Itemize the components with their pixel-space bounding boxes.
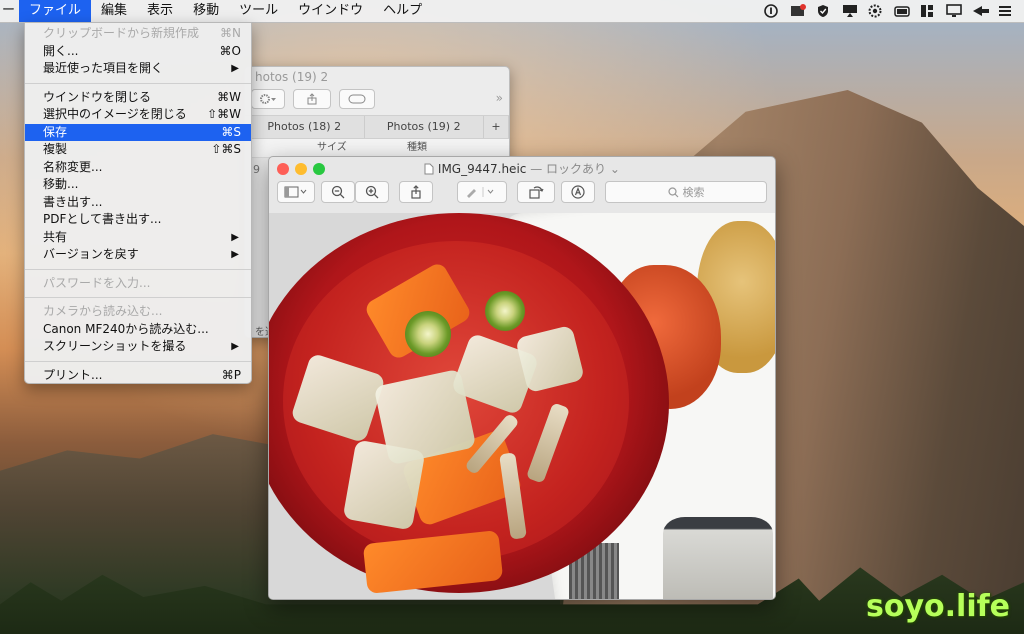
search-icon <box>667 186 678 197</box>
menu-window[interactable]: ウインドウ <box>288 0 373 22</box>
menu-separator <box>25 82 251 84</box>
menu-item-print[interactable]: プリント... ⌘P <box>25 367 251 385</box>
menu-item-open-recent[interactable]: 最近使った項目を開く ▶ <box>25 60 251 78</box>
markup-button[interactable] <box>457 181 507 203</box>
menu-item-rename[interactable]: 名称変更... <box>25 159 251 177</box>
photo-okra <box>405 311 451 357</box>
preview-lock-status[interactable]: — ロックあり <box>530 162 606 176</box>
tab-photos-19[interactable]: Photos (19) 2 <box>365 116 484 138</box>
column-size[interactable]: サイズ <box>317 139 407 157</box>
preview-image[interactable] <box>269 213 775 599</box>
submenu-arrow-icon: ▶ <box>231 341 239 352</box>
watermark-text: soyo.life <box>866 589 1010 624</box>
menu-bar: ー ファイル 編集 表示 移動 ツール ウインドウ ヘルプ <box>0 0 1024 23</box>
bg-window-tabs: Photos (18) 2 Photos (19) 2 + <box>245 115 509 139</box>
menu-item-import-camera[interactable]: カメラから読み込む... <box>25 303 251 321</box>
photo-okra <box>485 291 525 331</box>
document-icon <box>424 163 434 175</box>
shield-icon[interactable] <box>816 4 830 18</box>
airplay-icon[interactable] <box>842 4 857 18</box>
sidebar-icon <box>284 186 307 198</box>
photo-grilled-fish <box>663 517 773 599</box>
preview-filename: IMG_9447.heic <box>437 162 527 176</box>
menu-tools[interactable]: ツール <box>229 0 288 22</box>
search-placeholder: 検索 <box>682 186 705 199</box>
storage-icon[interactable] <box>894 4 910 18</box>
file-menu: クリップボードから新規作成 ⌘N 開く... ⌘O 最近使った項目を開く ▶ ウインド… <box>24 22 252 384</box>
tag-button[interactable] <box>339 89 375 109</box>
submenu-arrow-icon: ▶ <box>231 231 239 243</box>
bg-window-title: hotos (19) 2 <box>255 70 329 84</box>
bg-window-toolbar <box>251 89 375 109</box>
zoom-out-icon <box>331 185 345 199</box>
zoom-in-button[interactable] <box>355 181 389 203</box>
column-kind[interactable]: 種類 <box>407 139 427 157</box>
zoom-in-icon <box>365 185 379 199</box>
preview-title: IMG_9447.heic — ロックあり ⌄ <box>269 160 775 177</box>
menu-item-close-selected-images[interactable]: 選択中のイメージを閉じる ⇧⌘W <box>25 106 251 124</box>
menu-file[interactable]: ファイル <box>19 0 92 22</box>
menu-item-export[interactable]: 書き出す... <box>25 194 251 212</box>
menu-view[interactable]: 表示 <box>137 0 183 22</box>
menu-separator <box>25 297 251 298</box>
status-icons <box>764 0 1012 22</box>
bg-share-button[interactable] <box>293 89 331 109</box>
menu-go[interactable]: 移動 <box>183 0 229 22</box>
annotate-button[interactable] <box>561 181 595 203</box>
window-icon[interactable] <box>920 4 934 18</box>
forward-icon[interactable] <box>972 4 989 18</box>
share-icon <box>411 185 421 199</box>
photo-daikon <box>342 439 426 531</box>
menu-item-save[interactable]: 保存 ⌘S <box>25 123 251 141</box>
sidebar-button[interactable] <box>277 181 315 203</box>
menu-item-import-canon[interactable]: Canon MF240から読み込む... <box>25 321 251 339</box>
tag-icon <box>348 94 366 104</box>
preview-window[interactable]: IMG_9447.heic — ロックあり ⌄ 検索 <box>268 156 776 600</box>
menu-item-revert[interactable]: バージョンを戻す ▶ <box>25 246 251 264</box>
gear-icon <box>260 94 276 104</box>
overflow-chevron[interactable]: » <box>496 91 503 105</box>
display-icon[interactable] <box>946 4 962 18</box>
preview-titlebar[interactable]: IMG_9447.heic — ロックあり ⌄ <box>269 157 775 181</box>
menu-item-new-from-clipboard[interactable]: クリップボードから新規作成 ⌘N <box>25 25 251 43</box>
menu-edit[interactable]: 編集 <box>91 0 137 22</box>
markup-pen-icon <box>467 187 494 198</box>
menu-item-move[interactable]: 移動... <box>25 176 251 194</box>
annotate-icon <box>571 185 585 199</box>
info-icon[interactable] <box>764 4 778 18</box>
menu-item-close-window[interactable]: ウインドウを閉じる ⌘W <box>25 89 251 107</box>
photo-sync-icon[interactable] <box>790 4 806 18</box>
share-button[interactable] <box>399 181 433 203</box>
submenu-arrow-icon: ▶ <box>231 63 239 74</box>
menu-separator <box>25 268 251 270</box>
menu-separator <box>25 360 251 362</box>
share-icon <box>307 93 317 105</box>
menu-item-take-screenshot[interactable]: スクリーンショットを撮る ▶ <box>25 338 251 356</box>
gear-burst-icon[interactable] <box>868 4 882 18</box>
tab-photos-18[interactable]: Photos (18) 2 <box>245 116 365 138</box>
menu-item-enter-password[interactable]: パスワードを入力... <box>25 275 251 293</box>
menu-item-open[interactable]: 開く... ⌘O <box>25 43 251 61</box>
menu-item-export-pdf[interactable]: PDFとして書き出す... <box>25 211 251 229</box>
list-icon[interactable] <box>998 4 1012 18</box>
apple-menu-fragment[interactable]: ー <box>0 0 19 22</box>
zoom-out-button[interactable] <box>321 181 355 203</box>
lock-chevron-icon[interactable]: ⌄ <box>610 162 620 176</box>
search-field[interactable]: 検索 <box>605 181 767 203</box>
menu-item-share[interactable]: 共有 ▶ <box>25 229 251 247</box>
bg-row-fragment: 9 <box>253 163 260 176</box>
preview-toolbar: 検索 <box>269 181 775 211</box>
submenu-arrow-icon: ▶ <box>231 249 239 260</box>
menu-help[interactable]: ヘルプ <box>373 0 432 22</box>
rotate-icon <box>529 186 544 199</box>
add-tab-button[interactable]: + <box>484 116 509 138</box>
rotate-button[interactable] <box>517 181 555 203</box>
gear-button[interactable] <box>251 89 285 109</box>
menu-item-duplicate[interactable]: 複製 ⇧⌘S <box>25 141 251 159</box>
